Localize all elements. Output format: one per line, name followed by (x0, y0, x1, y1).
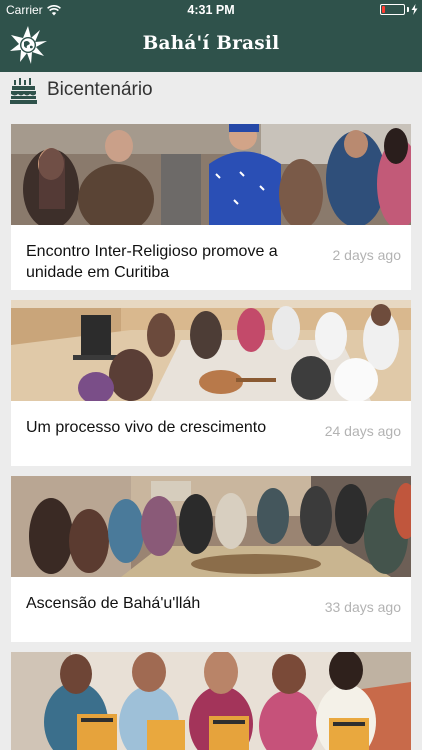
battery-level-fill (382, 6, 385, 13)
status-bar: Carrier 4:31 PM (0, 0, 422, 20)
article-card[interactable]: Ascensão de Bahá'u'lláh 33 days ago (11, 476, 411, 642)
article-card[interactable] (11, 652, 411, 750)
article-photo (11, 124, 411, 225)
article-age: 2 days ago (332, 247, 402, 263)
battery-tip (407, 7, 409, 12)
cake-icon (10, 78, 37, 104)
battery-icon (380, 4, 405, 15)
article-age: 33 days ago (324, 599, 401, 615)
clock: 4:31 PM (187, 3, 235, 17)
navigation-bar: Bahá'í Brasil (0, 20, 422, 72)
article-age: 24 days ago (324, 423, 401, 439)
battery-indicator (380, 4, 418, 15)
article-card[interactable]: Encontro Inter-Religioso promove a unida… (11, 124, 411, 290)
app-title: Bahá'í Brasil (142, 33, 280, 54)
article-photo (11, 652, 411, 750)
charging-bolt-icon (411, 4, 418, 15)
article-title: Encontro Inter-Religioso promove a unida… (26, 243, 278, 281)
article-photo (11, 476, 411, 577)
section-title: Bicentenário (47, 79, 153, 100)
article-title: Ascensão de Bahá'u'lláh (26, 595, 201, 612)
article-photo (11, 300, 411, 401)
section-header: Bicentenário (0, 72, 422, 110)
article-title: Um processo vivo de crescimento (26, 419, 267, 436)
article-card[interactable]: Um processo vivo de crescimento 24 days … (11, 300, 411, 466)
